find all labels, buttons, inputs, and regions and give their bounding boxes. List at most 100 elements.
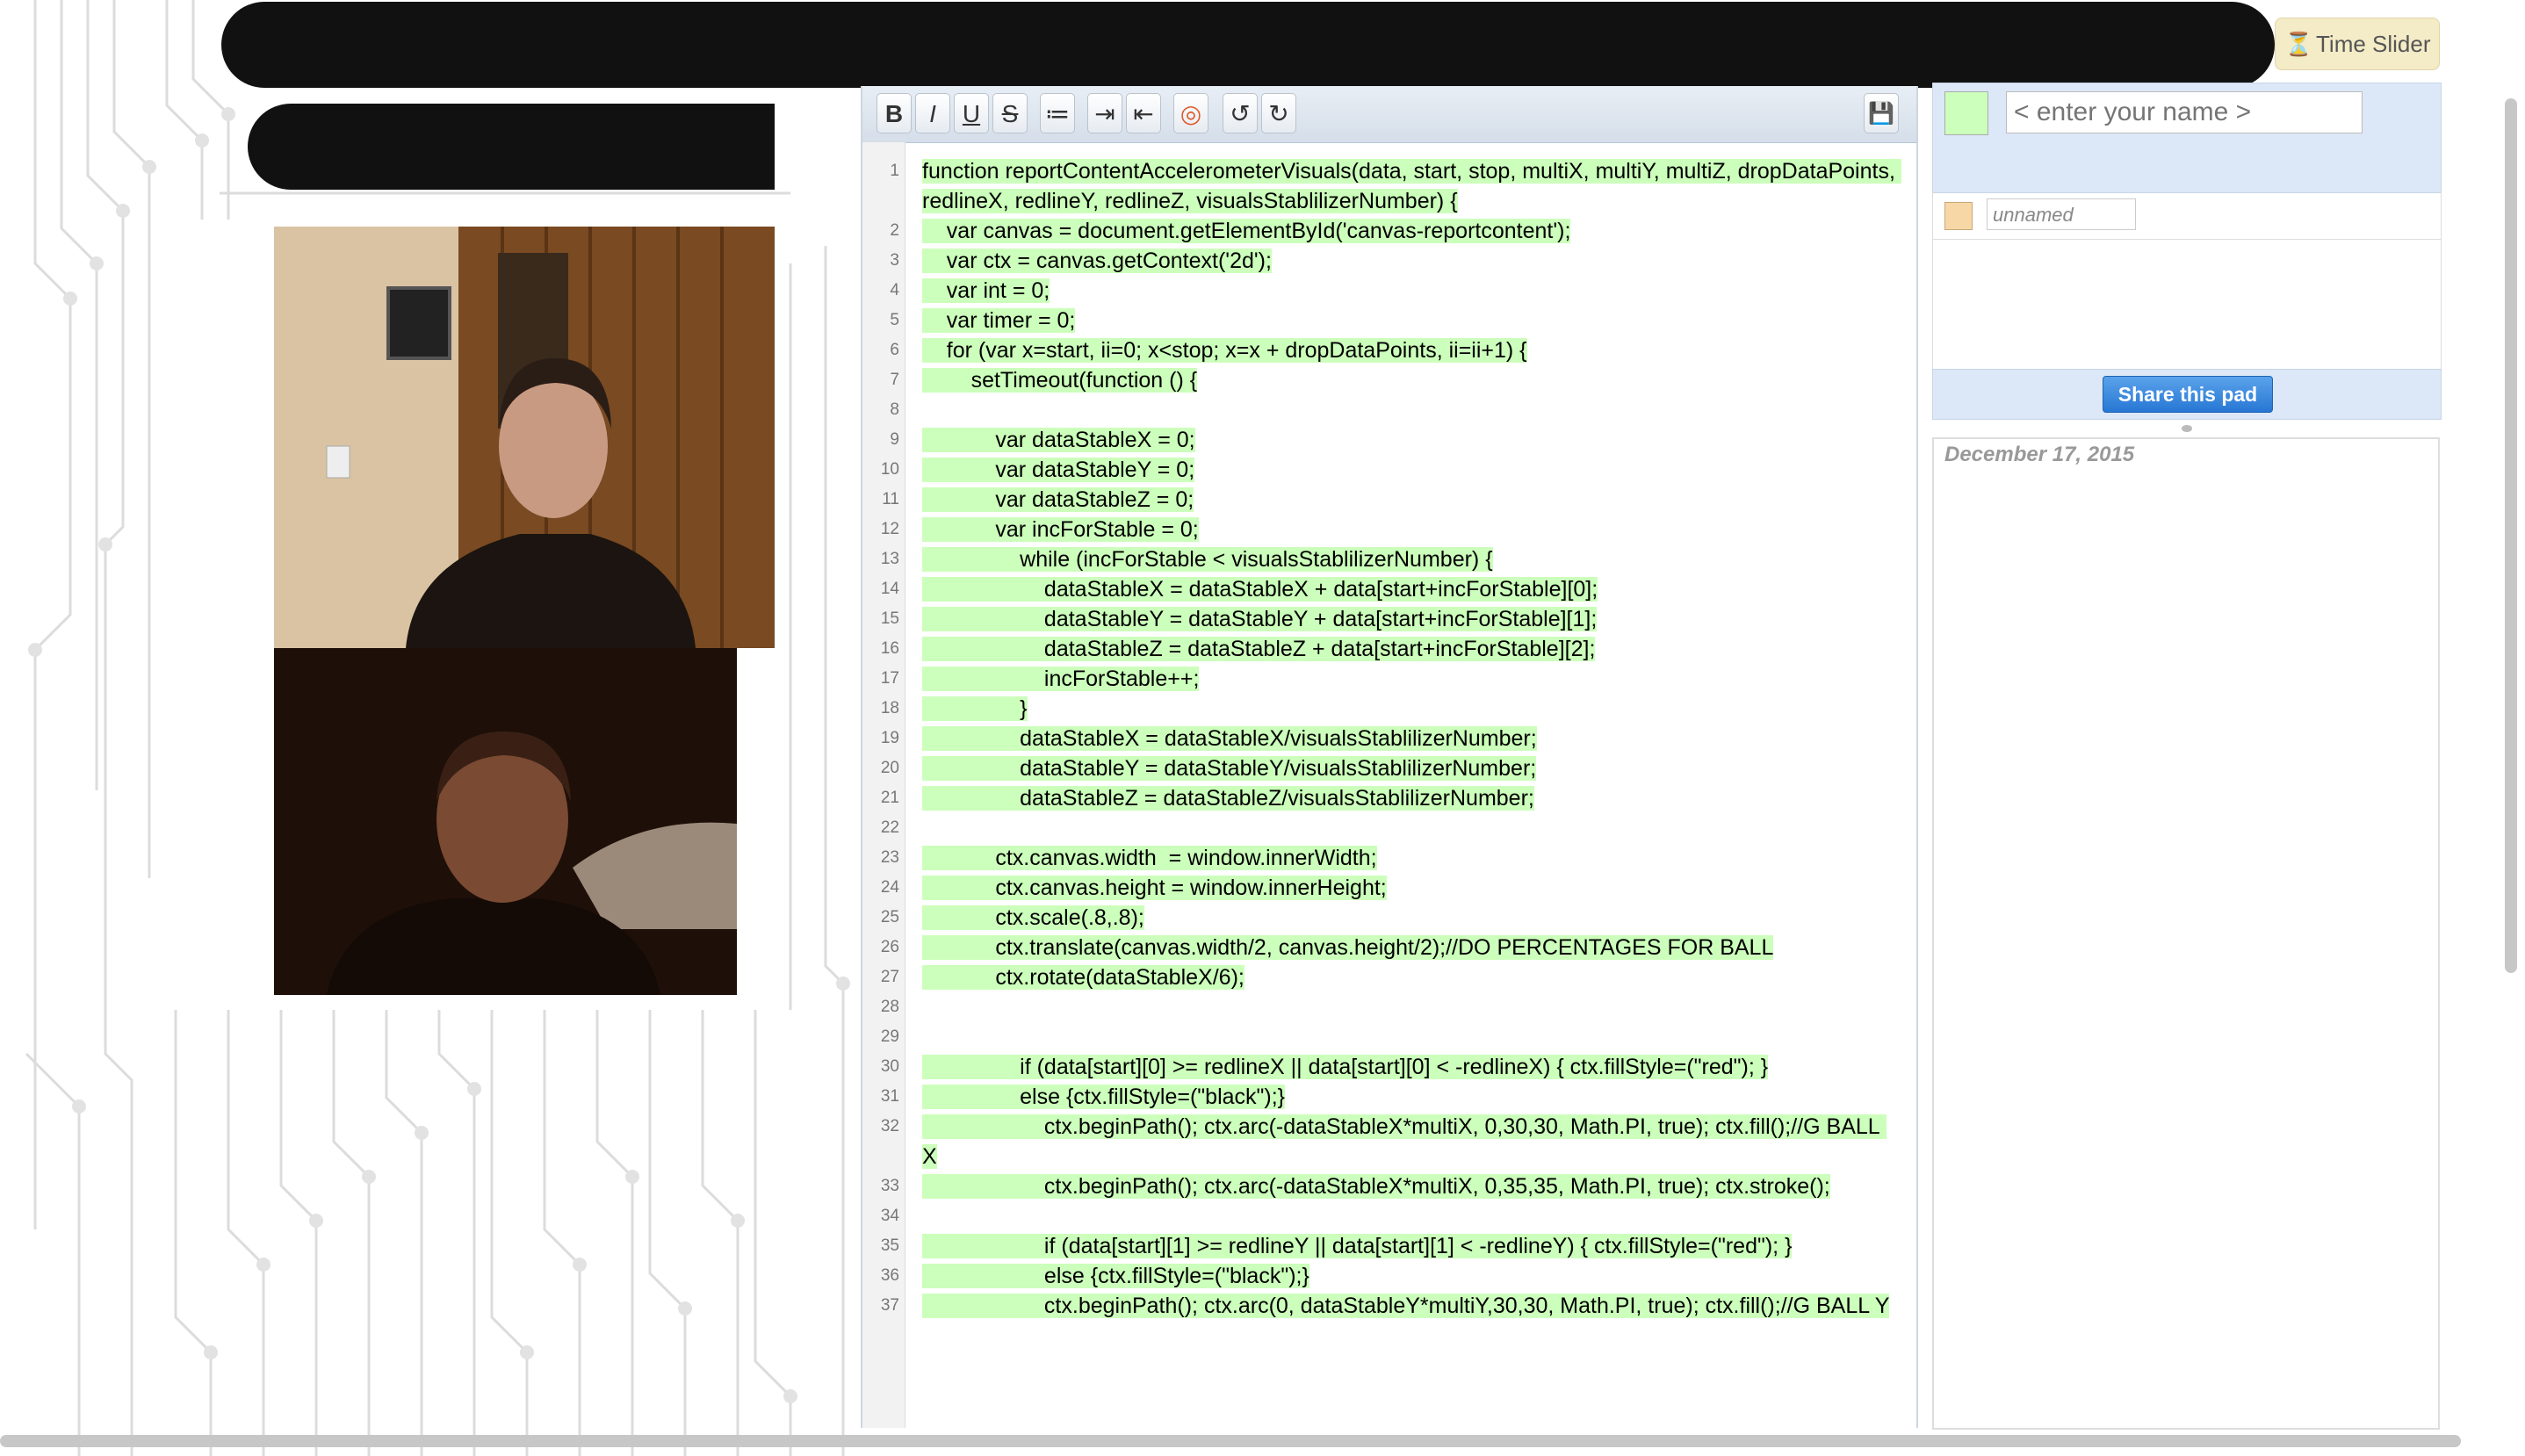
code-line-text: dataStableZ = dataStableZ + data[start+i… (922, 637, 1596, 661)
users-list-empty-area (1932, 239, 2442, 369)
code-line: 33 ctx.beginPath(); ctx.arc(-dataStableX… (881, 1171, 1897, 1201)
redacted-title-bar (248, 104, 775, 190)
strikethrough-button[interactable]: S (992, 93, 1028, 133)
code-line: 3 var ctx = canvas.getContext('2d'); (890, 246, 1897, 276)
line-number: 29 (880, 1027, 899, 1046)
code-content[interactable]: 1 function reportContentAccelerometerVisu… (881, 156, 1901, 1321)
code-line-text: if (data[start][1] >= redlineY || data[s… (922, 1234, 1793, 1258)
save-revision-button[interactable]: 💾 (1864, 93, 1899, 133)
line-number: 20 (880, 759, 899, 777)
code-line-text: while (incForStable < visualsStablilizer… (922, 547, 1493, 572)
line-number: 15 (880, 609, 899, 628)
code-line-text: dataStableY = dataStableY/visualsStablil… (922, 756, 1537, 781)
line-number: 21 (880, 789, 899, 807)
code-line: 19 dataStableX = dataStableX/visualsStab… (881, 724, 1897, 753)
my-color-swatch[interactable] (1944, 91, 1988, 135)
code-line: 32 ctx.beginPath(); ctx.arc(-dataStableX… (881, 1112, 1897, 1171)
resize-handle[interactable] (2182, 425, 2192, 432)
line-number: 11 (882, 490, 899, 508)
code-line: 14 dataStableX = dataStableX + data[star… (881, 574, 1897, 604)
video-frame-1 (274, 227, 775, 648)
code-line: 4 var int = 0; (890, 276, 1897, 306)
line-number: 14 (880, 580, 899, 598)
code-line-text: dataStableX = dataStableX/visualsStablil… (922, 726, 1537, 751)
code-line: 20 dataStableY = dataStableY/visualsStab… (881, 753, 1897, 783)
code-line-text: ctx.rotate(dataStableX/6); (922, 965, 1244, 990)
code-line-text: ctx.canvas.height = window.innerHeight; (922, 876, 1387, 900)
line-number: 16 (880, 639, 899, 658)
indent-button[interactable]: ⇥ (1087, 93, 1122, 133)
code-line: 6 for (var x=start, ii=0; x<stop; x=x + … (890, 335, 1897, 365)
video-feed-self (274, 648, 737, 995)
code-line: 21 dataStableZ = dataStableZ/visualsStab… (881, 783, 1897, 813)
pad-editor[interactable]: B I U S ≔ ⇥ ⇤ ◎ ↺ ↻ 💾 1 function reportCo… (861, 86, 1918, 1428)
bold-button[interactable]: B (877, 93, 912, 133)
code-line: 12 var incForStable = 0; (881, 515, 1897, 544)
line-number: 24 (880, 878, 899, 897)
line-number: 10 (880, 460, 899, 479)
line-number: 5 (890, 311, 899, 329)
outdent-button[interactable]: ⇤ (1126, 93, 1161, 133)
authorship-colors-button[interactable]: ◎ (1173, 93, 1208, 133)
code-line: 28 (881, 992, 1897, 1022)
code-line-text: ctx.translate(canvas.width/2, canvas.hei… (922, 935, 1774, 960)
undo-button[interactable]: ↺ (1223, 93, 1258, 133)
line-number: 26 (880, 938, 899, 956)
code-line: 35 if (data[start][1] >= redlineY || dat… (881, 1231, 1897, 1261)
code-line: 36 else {ctx.fillStyle=("black");} (881, 1261, 1897, 1291)
code-line-text: ctx.canvas.width = window.innerWidth; (922, 846, 1377, 870)
line-number: 23 (880, 848, 899, 867)
video-feed-remote (274, 227, 775, 648)
code-line-text: else {ctx.fillStyle=("black");} (922, 1264, 1309, 1288)
code-line: 16 dataStableZ = dataStableZ + data[star… (881, 634, 1897, 664)
line-number: 18 (880, 699, 899, 717)
time-slider-label: Time Slider (2316, 31, 2431, 57)
code-line: 27 ctx.rotate(dataStableX/6); (881, 962, 1897, 992)
vertical-scrollbar[interactable] (2505, 98, 2517, 973)
code-line: 15 dataStableY = dataStableY + data[star… (881, 604, 1897, 634)
line-number: 28 (880, 998, 899, 1016)
time-slider-button[interactable]: ⏳ Time Slider (2275, 18, 2440, 70)
line-number: 2 (890, 221, 899, 240)
code-line: 5 var timer = 0; (890, 306, 1897, 335)
code-line-text: var dataStableZ = 0; (922, 487, 1194, 512)
code-line-text: var timer = 0; (922, 308, 1076, 333)
code-line-text: ctx.beginPath(); ctx.arc(-dataStableX*mu… (922, 1114, 1887, 1169)
code-line-text: setTimeout(function () { (922, 368, 1198, 393)
code-line-text: if (data[start][0] >= redlineX || data[s… (922, 1055, 1769, 1079)
line-number: 13 (880, 550, 899, 568)
code-line-text: var canvas = document.getElementById('ca… (922, 219, 1571, 243)
code-line-text: var incForStable = 0; (922, 517, 1199, 542)
share-pad-button[interactable]: Share this pad (2103, 376, 2273, 413)
video-frame-2 (274, 648, 737, 995)
redo-button[interactable]: ↻ (1261, 93, 1296, 133)
code-line: 24 ctx.canvas.height = window.innerHeigh… (881, 873, 1897, 903)
redacted-header-bar (221, 2, 2275, 88)
my-name-input[interactable] (2006, 91, 2363, 133)
line-number: 30 (880, 1057, 899, 1076)
line-number: 31 (880, 1087, 899, 1106)
horizontal-scrollbar[interactable] (0, 1435, 2461, 1447)
code-line: 2 var canvas = document.getElementById('… (890, 216, 1897, 246)
line-number: 35 (880, 1236, 899, 1255)
italic-button[interactable]: I (915, 93, 950, 133)
code-line-text: function reportContentAccelerometerVisua… (922, 159, 1901, 213)
editor-toolbar: B I U S ≔ ⇥ ⇤ ◎ ↺ ↻ 💾 (862, 86, 1916, 143)
line-number: 4 (890, 281, 899, 299)
other-user-name: unnamed (1987, 198, 2136, 230)
bullet-list-button[interactable]: ≔ (1040, 93, 1075, 133)
code-line: 18 } (881, 694, 1897, 724)
code-line: 22 (881, 813, 1897, 843)
code-line: 11 var dataStableZ = 0; (882, 485, 1897, 515)
chat-date: December 17, 2015 (1944, 443, 2135, 466)
line-number: 17 (880, 669, 899, 688)
underline-button[interactable]: U (954, 93, 989, 133)
code-line: 31 else {ctx.fillStyle=("black");} (881, 1082, 1897, 1112)
code-line-text: else {ctx.fillStyle=("black");} (922, 1085, 1286, 1109)
code-line: 23 ctx.canvas.width = window.innerWidth; (881, 843, 1897, 873)
code-line: 34 (881, 1201, 1897, 1231)
line-number: 19 (880, 729, 899, 747)
code-line-text: var ctx = canvas.getContext('2d'); (922, 249, 1272, 273)
code-line: 1 function reportContentAccelerometerVisu… (890, 156, 1901, 216)
code-line: 29 (881, 1022, 1897, 1052)
